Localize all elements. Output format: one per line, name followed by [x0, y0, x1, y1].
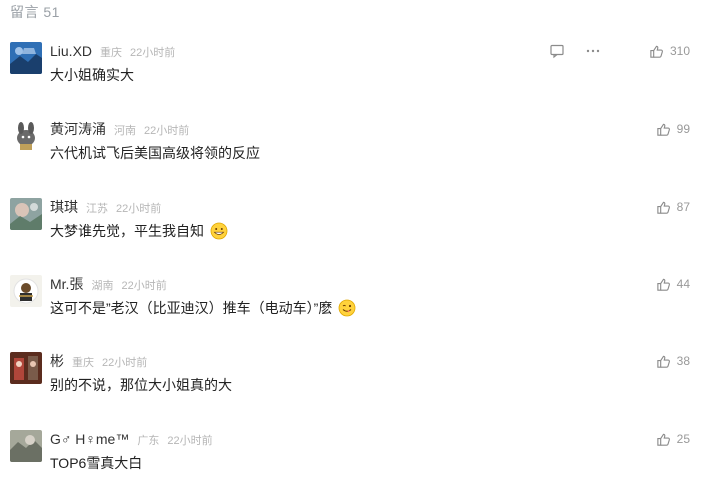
like-count: 310 — [669, 44, 690, 58]
comment-time: 22小时前 — [102, 357, 148, 369]
comment-meta: 黄河涛涌 河南 22小时前 — [50, 120, 189, 138]
comment-item: Mr.張 湖南 22小时前 44 这可不是”老汉（比亚迪汉）推车（电动车）”麽 — [10, 275, 694, 333]
comment-meta: 琪琪 江苏 22小时前 — [50, 198, 161, 216]
comment-item: G♂ H♀me™ 广东 22小时前 25 TOP6雪真大白 — [10, 430, 694, 481]
comment-location: 湖南 — [91, 280, 114, 292]
avatar[interactable] — [10, 430, 42, 462]
comment-item: 彬 重庆 22小时前 38 别的不说，那位大小姐真的大 — [10, 352, 694, 410]
like-count: 25 — [676, 432, 690, 446]
thumbs-up-icon — [656, 277, 671, 292]
thumbs-up-icon — [656, 200, 671, 215]
comment-text: 这可不是”老汉（比亚迪汉）推车（电动车）”麽 — [50, 299, 356, 317]
comments-panel: 留言 51 Liu.XD 重庆 22小时前 310 大小姐确实大 黄河涛涌 河南… — [0, 0, 704, 481]
comment-time: 22小时前 — [167, 435, 213, 447]
comment-location: 重庆 — [100, 47, 123, 59]
comment-text: TOP6雪真大白 — [50, 455, 143, 471]
comment-text-content: 大梦谁先觉，平生我自知 — [50, 223, 204, 239]
avatar[interactable] — [10, 275, 42, 307]
comment-location: 江苏 — [86, 203, 108, 215]
avatar[interactable] — [10, 352, 42, 384]
comment-location: 广东 — [137, 435, 160, 447]
comment-text-content: 这可不是”老汉（比亚迪汉）推车（电动车）”麽 — [50, 300, 333, 316]
comment-text: 大梦谁先觉，平生我自知 — [50, 222, 228, 240]
more-dots-icon[interactable] — [584, 42, 602, 60]
grin-emoji — [210, 222, 228, 240]
avatar[interactable] — [10, 120, 42, 152]
comment-nickname[interactable]: Liu.XD — [50, 42, 92, 60]
comment-item: Liu.XD 重庆 22小时前 310 大小姐确实大 — [10, 42, 694, 100]
comment-meta: Mr.張 湖南 22小时前 — [50, 275, 167, 293]
comment-location: 河南 — [114, 125, 136, 137]
comment-text: 六代机试飞后美国高级将领的反应 — [50, 145, 260, 161]
like-count: 44 — [676, 277, 690, 291]
thumbs-up-icon — [649, 44, 664, 59]
comment-time: 22小时前 — [116, 203, 162, 215]
like-count: 87 — [676, 200, 690, 214]
like-button[interactable]: 44 — [656, 276, 690, 292]
avatar[interactable] — [10, 198, 42, 230]
comment-nickname[interactable]: Mr.張 — [50, 275, 83, 293]
comment-meta: Liu.XD 重庆 22小时前 — [50, 42, 175, 60]
like-count: 38 — [676, 354, 690, 368]
comment-nickname[interactable]: 黄河涛涌 — [50, 120, 106, 138]
comment-item: 琪琪 江苏 22小时前 87 大梦谁先觉，平生我自知 — [10, 198, 694, 256]
comment-time: 22小时前 — [144, 125, 190, 137]
speech-bubble-icon[interactable] — [548, 42, 566, 60]
comment-item: 黄河涛涌 河南 22小时前 99 六代机试飞后美国高级将领的反应 — [10, 120, 694, 178]
thumbs-up-icon — [656, 432, 671, 447]
like-button[interactable]: 310 — [649, 43, 690, 59]
comment-meta: 彬 重庆 22小时前 — [50, 352, 147, 370]
comment-text: 大小姐确实大 — [50, 67, 134, 83]
thumbs-up-icon — [656, 354, 671, 369]
comment-nickname[interactable]: G♂ H♀me™ — [50, 430, 129, 448]
comment-tools — [548, 42, 602, 60]
comment-text: 别的不说，那位大小姐真的大 — [50, 377, 232, 393]
comment-location: 重庆 — [72, 357, 94, 369]
thumbs-up-icon — [656, 122, 671, 137]
like-count: 99 — [676, 122, 690, 136]
comment-nickname[interactable]: 琪琪 — [50, 198, 78, 216]
comments-count-header: 留言 51 — [10, 4, 60, 20]
tongue-emoji — [338, 299, 356, 317]
like-button[interactable]: 38 — [656, 353, 690, 369]
comment-meta: G♂ H♀me™ 广东 22小时前 — [50, 430, 213, 448]
comment-time: 22小时前 — [130, 47, 176, 59]
comment-time: 22小时前 — [121, 280, 167, 292]
like-button[interactable]: 87 — [656, 199, 690, 215]
comment-nickname[interactable]: 彬 — [50, 352, 64, 370]
like-button[interactable]: 99 — [656, 121, 690, 137]
like-button[interactable]: 25 — [656, 431, 690, 447]
avatar[interactable] — [10, 42, 42, 74]
